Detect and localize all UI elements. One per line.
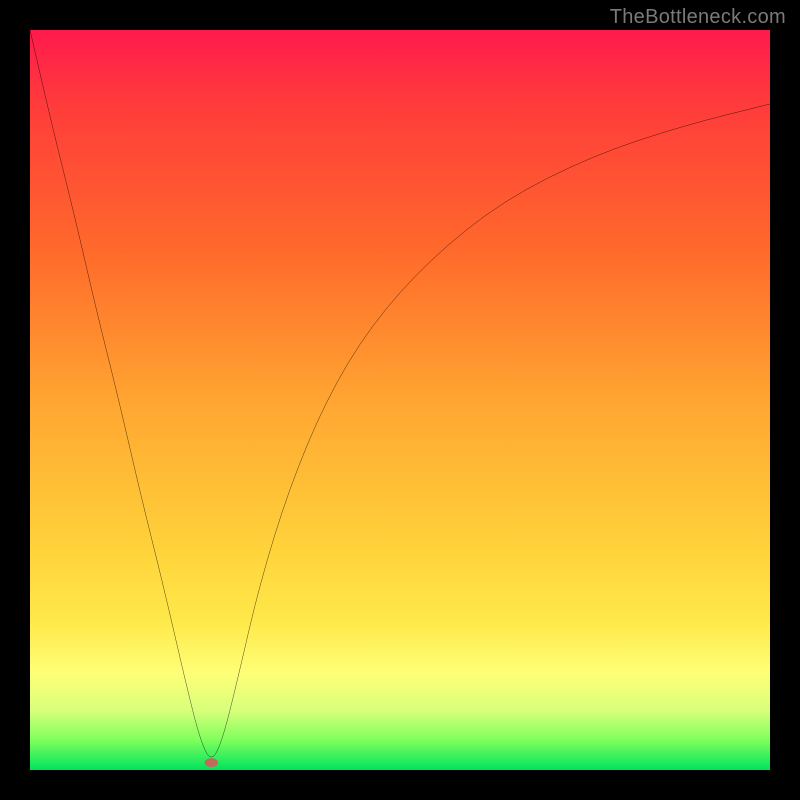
curve-layer <box>30 30 770 770</box>
minimum-marker <box>205 758 218 767</box>
bottleneck-curve <box>30 30 770 757</box>
chart-frame: TheBottleneck.com <box>0 0 800 800</box>
plot-area <box>30 30 770 770</box>
watermark-text: TheBottleneck.com <box>610 6 786 29</box>
